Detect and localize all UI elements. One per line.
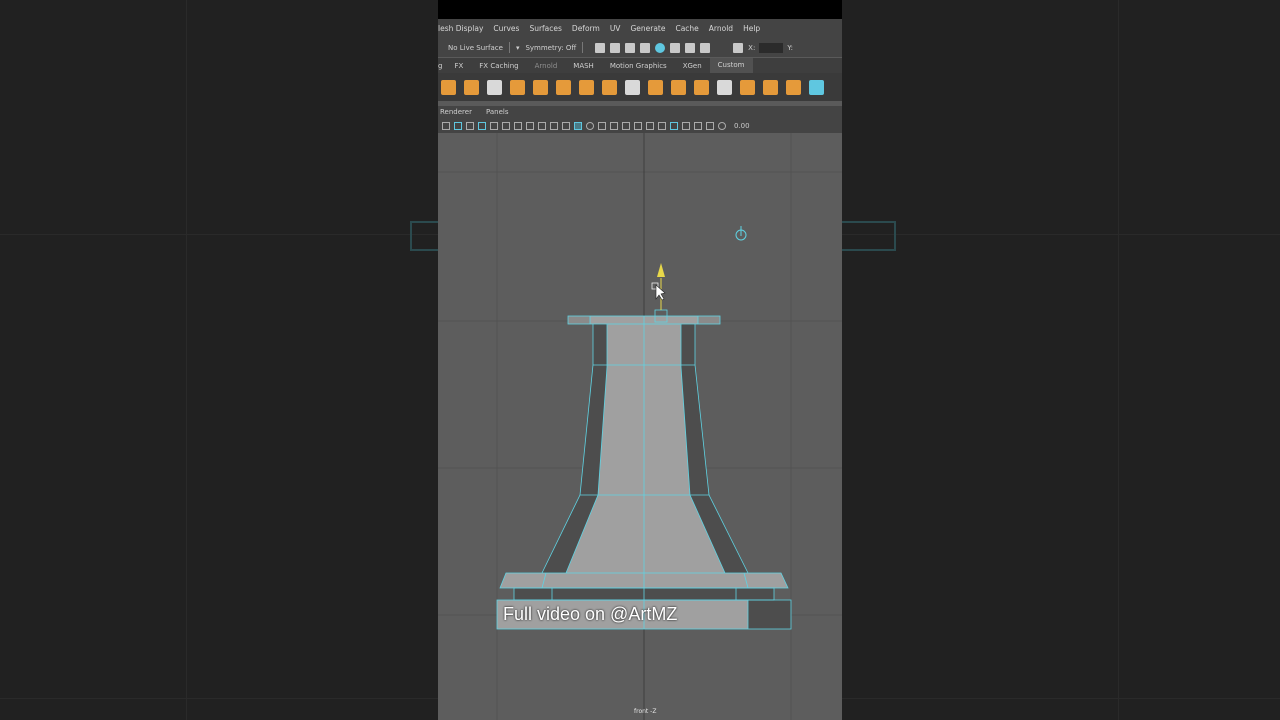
manipulator-y-arrow[interactable]	[657, 263, 665, 277]
field-chart-icon[interactable]	[526, 121, 534, 130]
wireframe-on-shaded-icon[interactable]	[574, 121, 582, 130]
tab-fx-caching[interactable]: FX Caching	[471, 62, 526, 70]
xray-icon[interactable]	[694, 121, 702, 130]
menu-cache[interactable]: Cache	[675, 24, 698, 33]
viewport[interactable]	[438, 133, 842, 720]
safe-title-icon[interactable]	[550, 121, 558, 130]
menu-mesh-display[interactable]: lesh Display	[438, 24, 483, 33]
right-letterbox	[842, 0, 1280, 720]
ambient-occlusion-icon[interactable]	[634, 121, 642, 130]
ipr-render-icon[interactable]	[625, 42, 636, 53]
bookmark-icon[interactable]	[466, 121, 474, 130]
arnold-render-view-icon[interactable]	[670, 42, 681, 53]
extrude-icon[interactable]	[556, 79, 571, 95]
menu-renderer[interactable]: Renderer	[440, 108, 472, 116]
magnet-icon[interactable]	[685, 42, 696, 53]
split-icon[interactable]	[487, 79, 502, 95]
depth-of-field-icon[interactable]	[670, 121, 678, 130]
anti-aliasing-icon[interactable]	[658, 121, 666, 130]
tab-motion-graphics[interactable]: Motion Graphics	[602, 62, 675, 70]
mirror-icon[interactable]	[786, 79, 801, 95]
menu-surfaces[interactable]: Surfaces	[529, 24, 561, 33]
grid-icon[interactable]	[478, 121, 486, 130]
wireframe-icon[interactable]	[562, 121, 570, 130]
render-settings-icon[interactable]	[640, 42, 651, 53]
xray-joints-icon[interactable]	[706, 121, 714, 130]
viewport-camera-label: front -Z	[634, 708, 657, 715]
exposure-icon[interactable]	[718, 121, 726, 130]
mesh-foot-right-block	[748, 600, 791, 629]
resolution-gate-icon[interactable]	[502, 121, 510, 130]
smooth-shade-icon[interactable]	[586, 121, 594, 130]
status-line: No Live Surface ▾ Symmetry: Off X: Y:	[438, 38, 842, 57]
menu-curves[interactable]: Curves	[493, 24, 519, 33]
delete-edge-icon[interactable]	[694, 79, 709, 95]
fill-hole-icon[interactable]	[763, 79, 778, 95]
tab-custom[interactable]: Custom	[709, 58, 753, 73]
menu-help[interactable]: Help	[743, 24, 760, 33]
bevel-icon[interactable]	[602, 79, 617, 95]
chevron-down-icon[interactable]: ▾	[516, 44, 520, 52]
gate-mask-icon[interactable]	[514, 121, 522, 130]
mesh-cap-right	[698, 316, 720, 324]
divider	[582, 42, 584, 53]
mesh-cap-left	[568, 316, 590, 324]
camera-attributes-icon[interactable]	[454, 121, 462, 130]
tab-partial[interactable]: g	[438, 62, 446, 70]
left-letterbox	[0, 0, 440, 720]
isolate-select-icon[interactable]	[682, 121, 690, 130]
multi-cut-icon[interactable]	[717, 79, 732, 95]
light-locator-icon[interactable]	[735, 226, 747, 241]
maya-window: lesh Display Curves Surfaces Deform UV G…	[438, 0, 842, 720]
plane-icon[interactable]	[648, 79, 663, 95]
menu-uv[interactable]: UV	[610, 24, 621, 33]
x-field[interactable]	[759, 42, 784, 53]
combine-icon[interactable]	[441, 79, 456, 95]
tab-xgen[interactable]: XGen	[675, 62, 710, 70]
menu-deform[interactable]: Deform	[572, 24, 600, 33]
safe-action-icon[interactable]	[538, 121, 546, 130]
menu-panels[interactable]: Panels	[486, 108, 509, 116]
align-icon[interactable]	[809, 79, 824, 95]
open-render-view-icon[interactable]	[595, 42, 606, 53]
box-icon[interactable]	[533, 79, 548, 95]
menu-generate[interactable]: Generate	[630, 24, 665, 33]
panel-menu-bar: Renderer Panels	[438, 106, 842, 118]
motion-blur-icon[interactable]	[646, 121, 654, 130]
cut-faces-icon[interactable]	[510, 79, 525, 95]
viewport-canvas[interactable]	[438, 133, 842, 720]
y-label: Y:	[787, 43, 794, 52]
textured-icon[interactable]	[598, 121, 606, 130]
cube-icon[interactable]	[464, 79, 479, 95]
film-gate-icon[interactable]	[490, 121, 498, 130]
merge-vertices-icon[interactable]	[625, 79, 640, 95]
divider	[508, 42, 510, 53]
overlay-caption: Full video on @ArtMZ	[503, 604, 678, 624]
title-bar	[438, 0, 842, 19]
hypershade-icon[interactable]	[655, 42, 666, 53]
separate-icon[interactable]	[671, 79, 686, 95]
target-weld-icon[interactable]	[740, 79, 755, 95]
tab-fx[interactable]: FX	[446, 62, 471, 70]
tab-arnold[interactable]: Arnold	[527, 62, 566, 70]
main-menu-bar: lesh Display Curves Surfaces Deform UV G…	[438, 19, 842, 38]
render-frame-icon[interactable]	[610, 42, 621, 53]
grid-toggle-icon[interactable]	[733, 42, 744, 53]
symmetry-dropdown[interactable]: Symmetry: Off	[525, 44, 576, 52]
pause-icon[interactable]	[700, 42, 711, 53]
shelf-toolbar	[438, 73, 842, 101]
shelf-tabs: g FX FX Caching Arnold MASH Motion Graph…	[438, 58, 842, 73]
select-camera-icon[interactable]	[442, 121, 450, 130]
cursor-icon	[651, 282, 666, 301]
bridge-icon[interactable]	[579, 79, 594, 95]
x-label: X:	[748, 43, 756, 52]
shadows-icon[interactable]	[622, 121, 630, 130]
exposure-value[interactable]: 0.00	[734, 122, 750, 130]
viewport-toolbar: 0.00	[438, 118, 842, 133]
live-surface-field[interactable]: No Live Surface	[448, 44, 503, 52]
menu-arnold[interactable]: Arnold	[709, 24, 733, 33]
use-all-lights-icon[interactable]	[610, 121, 618, 130]
tab-mash[interactable]: MASH	[565, 62, 602, 70]
